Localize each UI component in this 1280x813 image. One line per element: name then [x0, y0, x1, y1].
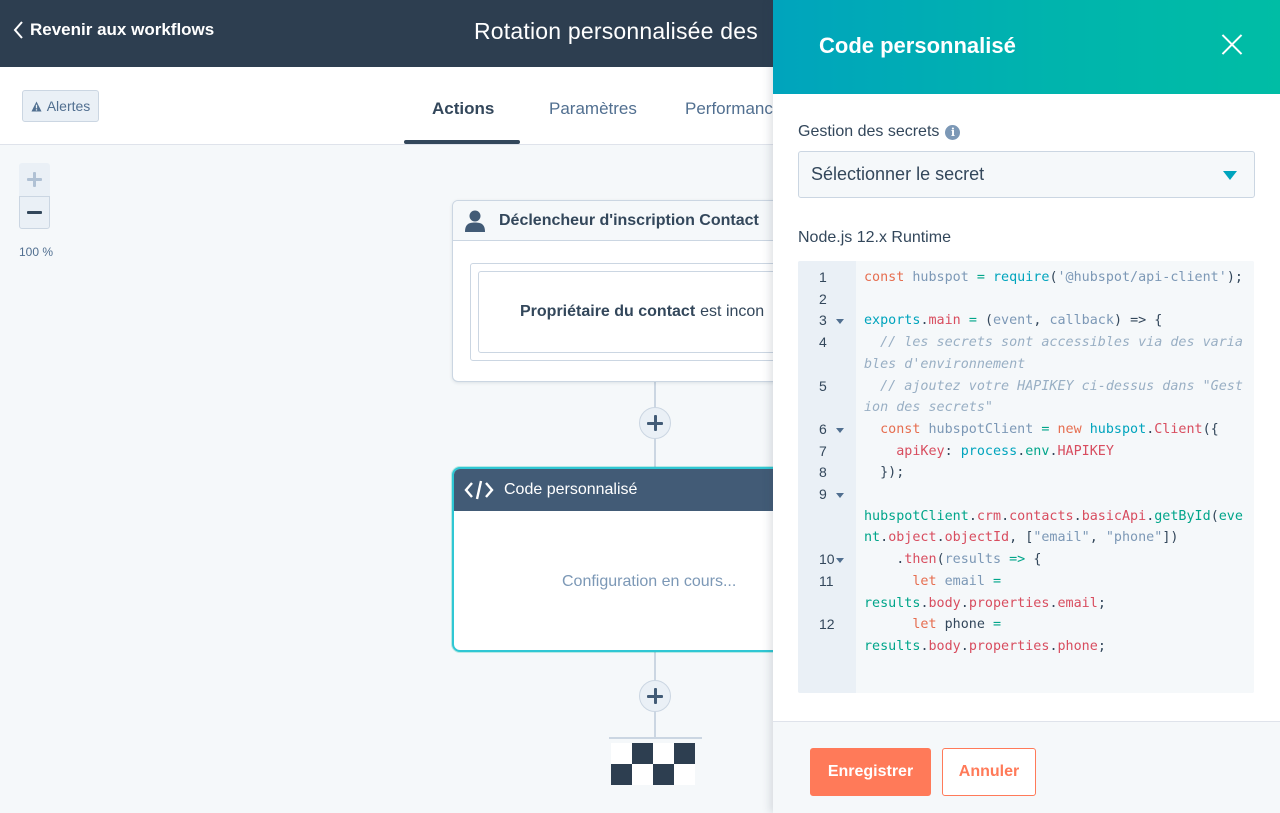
code-line: 4 // les secrets sont accessibles via de… — [798, 332, 1254, 375]
tab-parametres[interactable]: Paramètres — [549, 99, 637, 119]
enrollment-trigger-card[interactable]: Déclencheur d'inscription Contact Propri… — [452, 200, 792, 382]
caret-down-icon — [1223, 171, 1237, 180]
plus-icon — [647, 688, 663, 704]
minus-icon — [27, 211, 42, 214]
line-number: 5 — [819, 377, 827, 394]
line-number: 9 — [798, 484, 856, 549]
zoom-controls — [19, 163, 50, 229]
code-line: 10 .then(results => { — [798, 549, 1254, 571]
secrets-label: Gestion des secrets i — [798, 123, 961, 141]
secret-select-value: Sélectionner le secret — [811, 164, 985, 184]
runtime-label: Node.js 12.x Runtime — [798, 229, 951, 246]
line-number: 4 — [819, 334, 827, 351]
line-number: 12 — [819, 616, 835, 633]
back-to-workflows-link[interactable]: Revenir aux workflows — [12, 20, 214, 40]
trigger-header: Déclencheur d'inscription Contact — [453, 201, 791, 241]
filter-operator: est incon — [700, 303, 765, 320]
code-line: 2 — [798, 289, 1254, 311]
cancel-button[interactable]: Annuler — [942, 748, 1036, 796]
tab-performance[interactable]: Performanc — [685, 99, 773, 119]
code-editor[interactable]: 1 const hubspot = require('@hubspot/api-c… — [798, 261, 1254, 693]
plus-icon — [647, 415, 663, 431]
action-status: Configuration en cours... — [454, 511, 790, 650]
line-number: 2 — [819, 290, 827, 307]
end-line — [609, 737, 702, 739]
fold-caret-icon[interactable] — [836, 558, 844, 564]
warning-icon — [31, 100, 42, 112]
line-number: 3 — [798, 310, 856, 332]
line-number: 10 — [798, 549, 856, 571]
panel-footer: Enregistrer Annuler — [773, 721, 1280, 813]
line-number: 7 — [819, 442, 827, 459]
line-number: 1 — [819, 269, 827, 285]
add-action-button[interactable] — [639, 680, 671, 712]
code-line: 8 }); — [798, 462, 1254, 484]
code-icon — [464, 480, 494, 500]
action-title: Code personnalisé — [504, 481, 638, 498]
fold-caret-icon[interactable] — [836, 319, 844, 325]
chevron-left-icon — [13, 21, 23, 39]
workflow-title[interactable]: Rotation personnalisée des — [474, 18, 758, 45]
filter-group: Propriétaire du contact est incon — [470, 263, 791, 361]
zoom-in-button[interactable] — [19, 163, 50, 196]
line-number: 11 — [819, 572, 834, 589]
fold-caret-icon[interactable] — [836, 493, 844, 499]
action-status-text: Configuration en cours... — [562, 572, 737, 590]
code-line: 6 const hubspotClient = new hubspot.Clie… — [798, 419, 1254, 441]
line-number: 8 — [819, 464, 827, 481]
zoom-level: 100 % — [19, 245, 54, 259]
filter-property: Propriétaire du contact — [520, 303, 696, 320]
contact-icon — [465, 210, 485, 232]
code-line: 9 hubspotClient.crm.contacts.basicApi.ge… — [798, 484, 1254, 549]
fold-caret-icon[interactable] — [836, 427, 844, 433]
alerts-button[interactable]: Alertes — [22, 90, 99, 122]
plus-icon — [27, 172, 42, 187]
back-label: Revenir aux workflows — [30, 20, 215, 39]
info-icon[interactable]: i — [945, 124, 961, 140]
save-button[interactable]: Enregistrer — [810, 748, 931, 796]
tab-actions[interactable]: Actions — [432, 99, 494, 119]
close-icon[interactable] — [1221, 33, 1243, 55]
code-line: 1 const hubspot = require('@hubspot/api-c… — [798, 267, 1254, 289]
code-lines: 1 const hubspot = require('@hubspot/api-c… — [798, 267, 1254, 658]
secrets-label-text: Gestion des secrets — [798, 123, 940, 140]
panel-title: Code personnalisé — [819, 33, 1016, 58]
workflow-canvas[interactable]: 100 % Déclencheur d'inscription Contact … — [0, 146, 792, 813]
finish-flag-icon — [611, 743, 695, 785]
code-line: 7 apiKey: process.env.HAPIKEY — [798, 441, 1254, 463]
filter-condition[interactable]: Propriétaire du contact est incon — [478, 271, 791, 353]
zoom-out-button[interactable] — [19, 196, 50, 229]
line-number: 6 — [798, 419, 856, 441]
code-line: 12 let phone = results.body.properties.ph… — [798, 614, 1254, 657]
secret-select[interactable]: Sélectionner le secret — [798, 151, 1255, 198]
panel-header: Code personnalisé — [773, 0, 1280, 94]
action-header: Code personnalisé — [454, 469, 790, 511]
custom-code-action-card[interactable]: Code personnalisé Configuration en cours… — [452, 467, 792, 652]
alerts-label: Alertes — [46, 98, 91, 114]
trigger-title: Déclencheur d'inscription Contact — [499, 211, 759, 229]
code-line: 11 let email = results.body.properties.em… — [798, 571, 1254, 614]
custom-code-panel: Code personnalisé Gestion des secrets i … — [773, 0, 1280, 813]
code-line: 5 // ajoutez votre HAPIKEY ci-dessus dan… — [798, 376, 1254, 419]
active-tab-indicator — [404, 140, 520, 144]
code-line: 3 exports.main = (event, callback) => { — [798, 310, 1254, 332]
add-action-button[interactable] — [639, 407, 671, 439]
